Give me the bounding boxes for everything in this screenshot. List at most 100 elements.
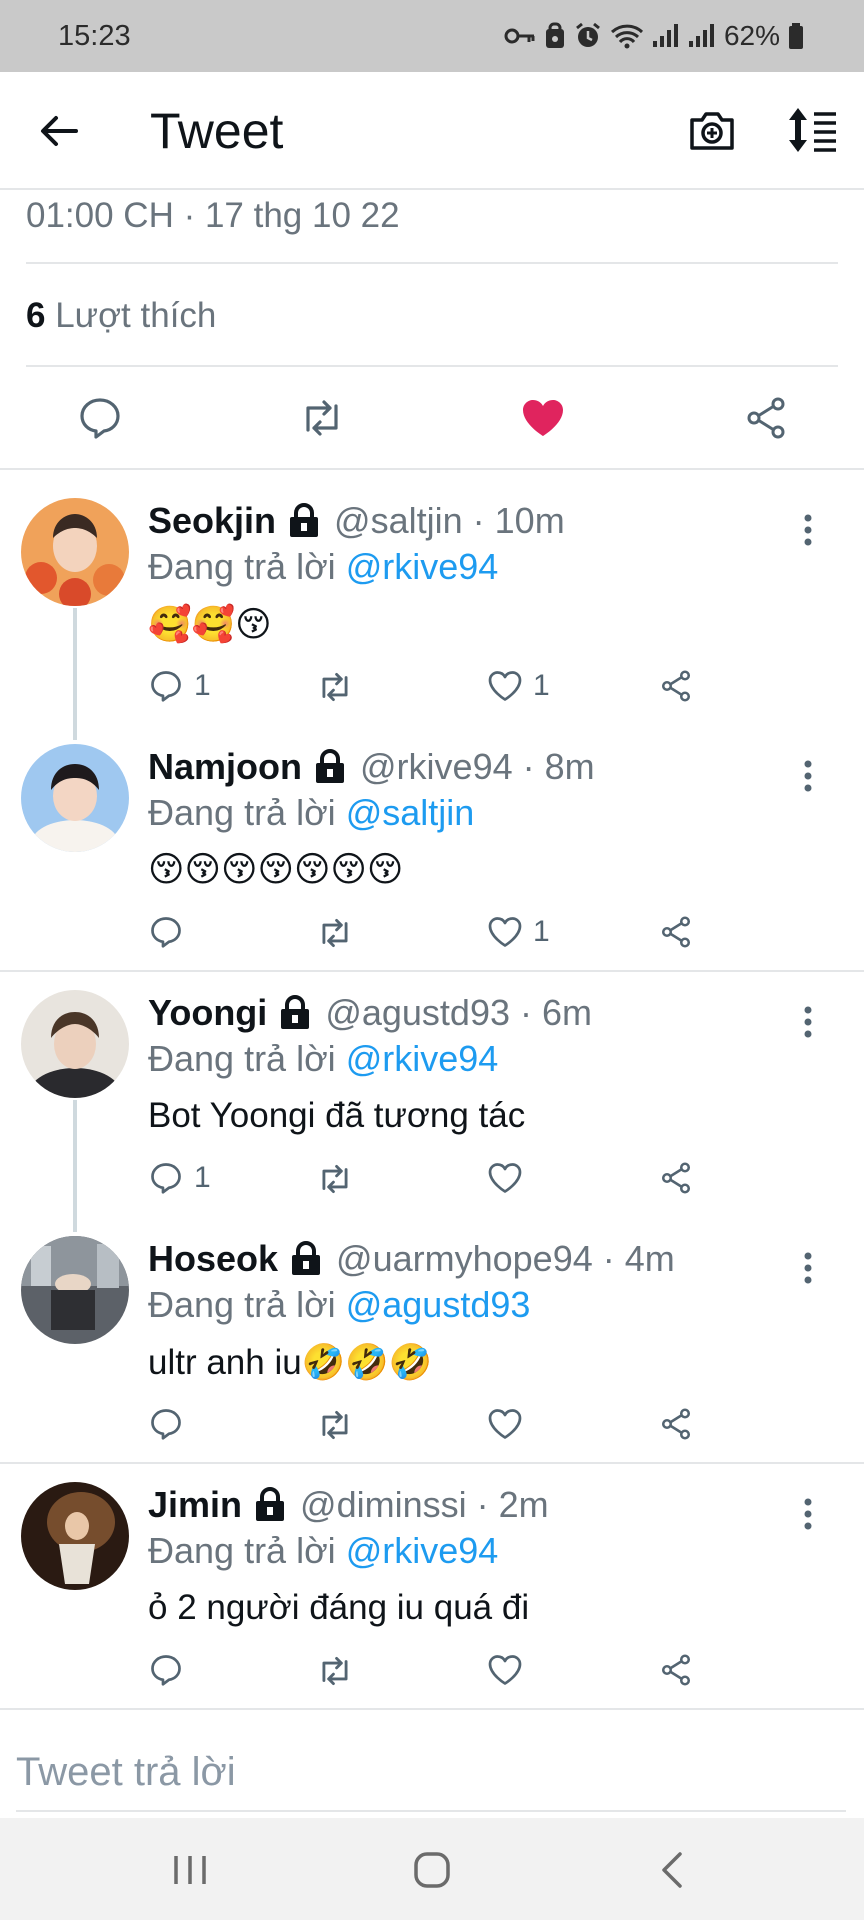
more-options-icon[interactable] [800, 512, 816, 548]
camera-icon[interactable] [688, 106, 736, 154]
handle[interactable]: @diminssi [300, 1484, 467, 1526]
tweet-time: · 8m [522, 746, 595, 787]
share-icon [661, 1162, 691, 1194]
tweet-header: Yoongi @agustd93 · 6m [148, 992, 592, 1034]
more-options-icon[interactable] [800, 758, 816, 794]
alarm-icon [576, 22, 600, 47]
tweet-text: Bot Yoongi đã tương tác [148, 1096, 526, 1135]
reply-tweet-input[interactable] [16, 1732, 846, 1812]
retweet-button[interactable] [316, 914, 354, 952]
reply-prefix: Đang trả lời [148, 1284, 336, 1325]
reply-button[interactable] [148, 1406, 194, 1442]
tweet-timestamp: 01:00 CH · 17 thg 10 22 [26, 196, 400, 235]
recent-apps-icon[interactable] [168, 1848, 212, 1892]
like-button[interactable]: 1 [487, 914, 550, 950]
handle[interactable]: @saltjin [334, 500, 463, 542]
more-options-icon[interactable] [800, 1496, 816, 1532]
tweet-actions: 1 1 [0, 668, 864, 712]
reply-mention[interactable]: @rkive94 [346, 546, 499, 587]
retweet-button[interactable] [316, 668, 354, 706]
status-icons: 62% [504, 20, 804, 52]
avatar[interactable] [21, 498, 129, 606]
reply-icon [151, 1163, 181, 1194]
display-name[interactable]: Yoongi [148, 992, 267, 1034]
like-button[interactable] [487, 1160, 533, 1196]
heart-icon [488, 1163, 522, 1193]
share-icon [661, 916, 691, 948]
reply-mention[interactable]: @rkive94 [346, 1038, 499, 1079]
handle[interactable]: @agustd93 [325, 992, 510, 1034]
likes-count-link[interactable]: 6 Lượt thích [26, 296, 216, 336]
sort-replies-icon[interactable] [786, 106, 838, 154]
tweet-actions: 1 [0, 1160, 864, 1204]
handle[interactable]: @rkive94 [360, 746, 513, 788]
avatar[interactable] [21, 990, 129, 1098]
tweet-header: Jimin @diminssi · 2m [148, 1484, 549, 1526]
tweet-header: Hoseok @uarmyhope94 · 4m [148, 1238, 675, 1280]
display-name[interactable]: Seokjin [148, 500, 276, 542]
reply-icon[interactable] [76, 394, 124, 442]
system-nav-bar [0, 1818, 864, 1920]
replying-to: Đang trả lời @rkive94 [148, 546, 498, 588]
share-button[interactable] [658, 914, 694, 950]
reply-button[interactable] [148, 1652, 194, 1688]
reply-button[interactable]: 1 [148, 1160, 211, 1196]
tweet-time: · 10m [472, 500, 565, 541]
lock-icon [316, 749, 345, 783]
share-button[interactable] [658, 1160, 694, 1196]
share-icon[interactable] [742, 394, 790, 442]
like-button[interactable] [487, 1652, 533, 1688]
replying-to: Đang trả lời @rkive94 [148, 1038, 498, 1080]
avatar[interactable] [21, 1482, 129, 1590]
share-button[interactable] [658, 1652, 694, 1688]
reply-prefix: Đang trả lời [148, 546, 336, 587]
tweet-time: · 6m [520, 992, 593, 1033]
retweet-icon [322, 918, 348, 948]
recycle-lock-icon [545, 22, 564, 48]
lock-icon [290, 503, 319, 537]
retweet-icon [322, 672, 348, 702]
share-button[interactable] [658, 1406, 694, 1442]
like-button[interactable]: 1 [487, 668, 550, 704]
back-nav-icon[interactable] [652, 1848, 696, 1892]
display-name[interactable]: Namjoon [148, 746, 302, 788]
divider [16, 1810, 846, 1812]
reply-icon [151, 1655, 181, 1686]
back-arrow-icon[interactable] [36, 108, 82, 154]
main-tweet-actions [0, 388, 864, 448]
tweet-text: ultr anh iu🤣🤣🤣 [148, 1343, 433, 1382]
handle[interactable]: @uarmyhope94 [336, 1238, 593, 1280]
avatar[interactable] [21, 744, 129, 852]
avatar[interactable] [21, 1236, 129, 1344]
reply-prefix: Đang trả lời [148, 1530, 336, 1571]
heart-icon [488, 1409, 522, 1439]
more-options-icon[interactable] [800, 1250, 816, 1286]
tweet-time: · 4m [602, 1238, 675, 1279]
tweet-actions [0, 1406, 864, 1450]
retweet-button[interactable] [316, 1160, 354, 1198]
retweet-button[interactable] [316, 1652, 354, 1690]
likes-count: 6 [26, 296, 46, 335]
replying-to: Đang trả lời @rkive94 [148, 1530, 498, 1572]
divider [0, 1708, 864, 1710]
retweet-icon [322, 1164, 348, 1194]
tweet-actions: 1 [0, 914, 864, 958]
divider [26, 365, 838, 367]
likes-label: Lượt thích [55, 296, 217, 335]
share-button[interactable] [658, 668, 694, 704]
like-button[interactable] [487, 1406, 533, 1442]
reply-mention[interactable]: @agustd93 [346, 1284, 531, 1325]
home-icon[interactable] [410, 1848, 454, 1892]
reply-mention[interactable]: @saltjin [346, 792, 475, 833]
retweet-icon[interactable] [298, 394, 346, 442]
divider [0, 468, 864, 470]
reply-button[interactable]: 1 [148, 668, 211, 704]
reply-mention[interactable]: @rkive94 [346, 1530, 499, 1571]
like-filled-icon[interactable] [519, 394, 567, 442]
retweet-button[interactable] [316, 1406, 354, 1444]
reply-button[interactable] [148, 914, 194, 950]
signal-icon-2 [688, 24, 714, 47]
display-name[interactable]: Jimin [148, 1484, 242, 1526]
display-name[interactable]: Hoseok [148, 1238, 278, 1280]
more-options-icon[interactable] [800, 1004, 816, 1040]
